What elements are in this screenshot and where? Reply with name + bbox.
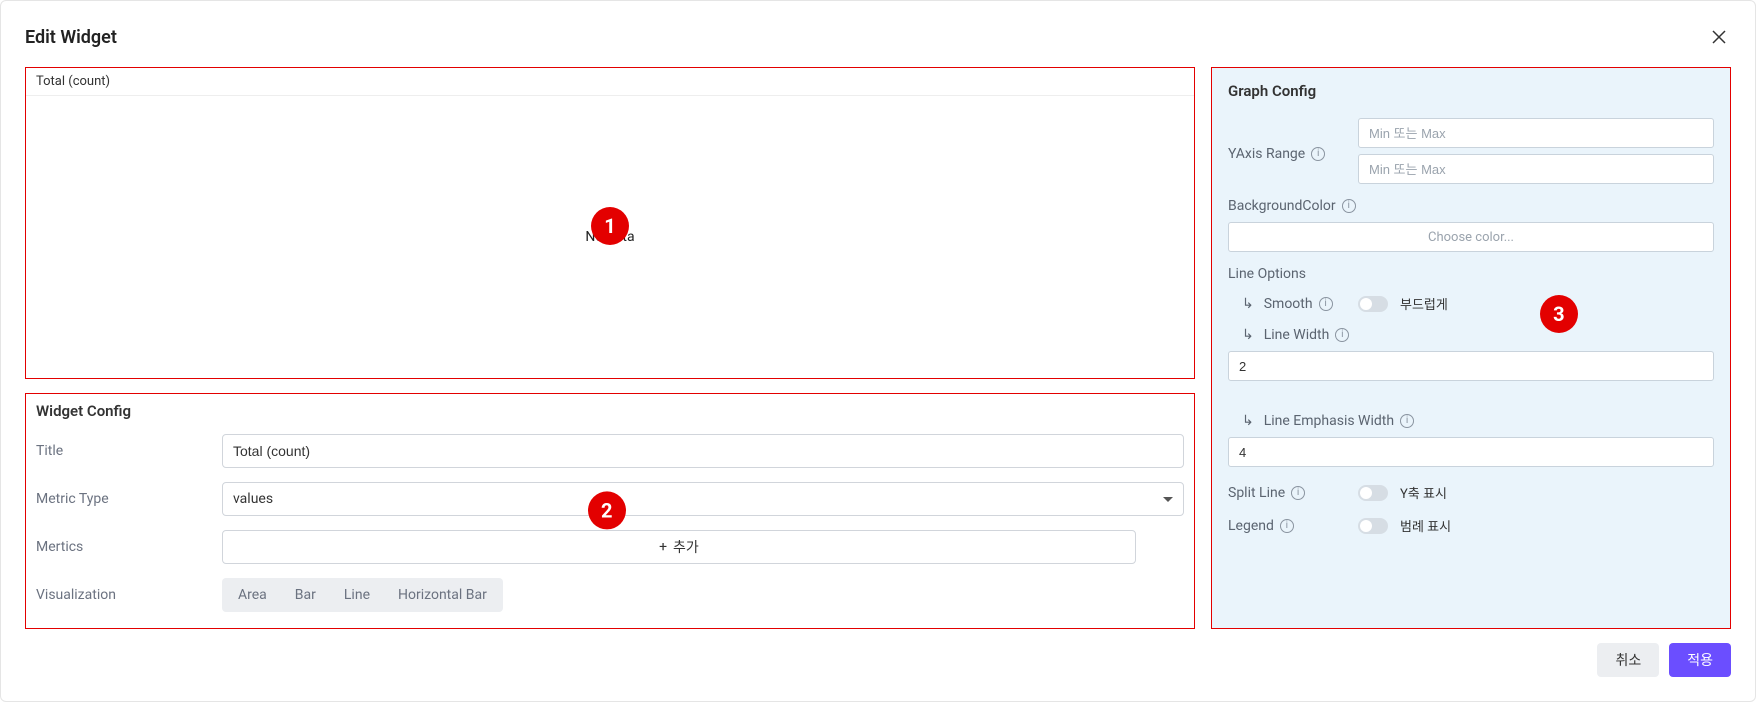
sub-arrow-icon: ↳ (1242, 413, 1254, 429)
widget-config-heading: Widget Config (36, 402, 1184, 420)
legend-toggle[interactable] (1358, 518, 1388, 534)
legend-label: Legend (1228, 518, 1274, 534)
splitline-row: Split Line i Y축 표시 (1228, 483, 1714, 502)
line-emphasis-block: ↳ Line Emphasis Width i (1228, 413, 1714, 467)
edit-widget-modal: Edit Widget Total (count) 1 No data Widg… (0, 0, 1756, 702)
yaxis-max-input[interactable] (1358, 154, 1714, 184)
yaxis-range-row: YAxis Range i (1228, 118, 1714, 184)
info-icon[interactable]: i (1291, 486, 1305, 500)
right-column: Graph Config YAxis Range i BackgroundCol… (1211, 67, 1731, 629)
metric-type-value: values (233, 491, 273, 507)
modal-footer: 취소 적용 (25, 643, 1731, 677)
line-width-block: ↳ Line Width i 3 (1228, 327, 1714, 397)
splitline-label: Split Line (1228, 485, 1285, 501)
graph-config-panel: Graph Config YAxis Range i BackgroundCol… (1211, 67, 1731, 629)
sub-arrow-icon: ↳ (1242, 327, 1254, 343)
visualization-row: Visualization Area Bar Line Horizontal B… (36, 578, 1184, 612)
line-emphasis-label: Line Emphasis Width (1264, 413, 1394, 429)
title-label: Title (36, 443, 222, 459)
preview-title: Total (count) (26, 68, 1194, 96)
modal-header: Edit Widget (25, 25, 1731, 49)
yaxis-range-text: YAxis Range (1228, 146, 1305, 162)
widget-config-panel: Widget Config Title Metric Type values (25, 393, 1195, 629)
viz-option-bar[interactable]: Bar (281, 580, 330, 610)
close-button[interactable] (1707, 25, 1731, 49)
info-icon[interactable]: i (1311, 147, 1325, 161)
cancel-button[interactable]: 취소 (1597, 643, 1659, 677)
yaxis-min-input[interactable] (1358, 118, 1714, 148)
annotation-badge-2: 2 (588, 491, 626, 529)
modal-content: Total (count) 1 No data Widget Config Ti… (25, 67, 1731, 629)
metric-type-label: Metric Type (36, 491, 222, 507)
line-emphasis-input[interactable] (1228, 437, 1714, 467)
info-icon[interactable]: i (1319, 297, 1333, 311)
plus-icon: + (659, 539, 667, 555)
modal-title: Edit Widget (25, 27, 117, 48)
title-input[interactable] (222, 434, 1184, 468)
left-column: Total (count) 1 No data Widget Config Ti… (25, 67, 1195, 629)
splitline-toggle-label: Y축 표시 (1400, 483, 1447, 502)
bgcolor-placeholder: Choose color... (1428, 230, 1514, 245)
viz-option-area[interactable]: Area (224, 580, 281, 610)
viz-option-horizontal-bar[interactable]: Horizontal Bar (384, 580, 501, 610)
smooth-label: Smooth (1264, 296, 1313, 312)
bgcolor-picker[interactable]: Choose color... (1228, 222, 1714, 252)
add-metric-label: 추가 (673, 537, 699, 557)
chevron-down-icon (1163, 497, 1173, 502)
add-metric-button[interactable]: + 추가 (222, 530, 1136, 564)
info-icon[interactable]: i (1342, 199, 1356, 213)
legend-toggle-label: 범례 표시 (1400, 516, 1451, 535)
yaxis-range-label: YAxis Range i (1228, 118, 1358, 184)
preview-body: 1 No data (26, 96, 1194, 378)
bgcolor-label: BackgroundColor i (1228, 198, 1714, 214)
line-width-label: Line Width (1264, 327, 1330, 343)
metric-type-select[interactable]: values (222, 482, 1184, 516)
preview-panel: Total (count) 1 No data (25, 67, 1195, 379)
viz-option-line[interactable]: Line (330, 580, 384, 610)
smooth-toggle[interactable] (1358, 296, 1388, 312)
line-width-input[interactable] (1228, 351, 1714, 381)
splitline-toggle[interactable] (1358, 485, 1388, 501)
close-icon (1710, 28, 1728, 46)
visualization-group: Area Bar Line Horizontal Bar (222, 578, 503, 612)
info-icon[interactable]: i (1280, 519, 1294, 533)
info-icon[interactable]: i (1400, 414, 1414, 428)
metrics-label: Mertics (36, 539, 222, 555)
bgcolor-text: BackgroundColor (1228, 198, 1336, 214)
info-icon[interactable]: i (1335, 328, 1349, 342)
sub-arrow-icon: ↳ (1242, 296, 1254, 312)
metrics-row: Mertics + 추가 (36, 530, 1184, 564)
graph-config-heading: Graph Config (1228, 82, 1714, 100)
visualization-label: Visualization (36, 587, 222, 603)
line-options-heading: Line Options (1228, 266, 1714, 282)
title-row: Title (36, 434, 1184, 468)
annotation-badge-1: 1 (591, 207, 629, 245)
smooth-toggle-label: 부드럽게 (1400, 294, 1448, 313)
apply-button[interactable]: 적용 (1669, 643, 1731, 677)
metric-type-row: Metric Type values 2 (36, 482, 1184, 516)
annotation-badge-3: 3 (1540, 295, 1578, 333)
smooth-row: ↳ Smooth i 부드럽게 (1228, 294, 1714, 313)
legend-row: Legend i 범례 표시 (1228, 516, 1714, 535)
bgcolor-row: BackgroundColor i Choose color... (1228, 198, 1714, 252)
